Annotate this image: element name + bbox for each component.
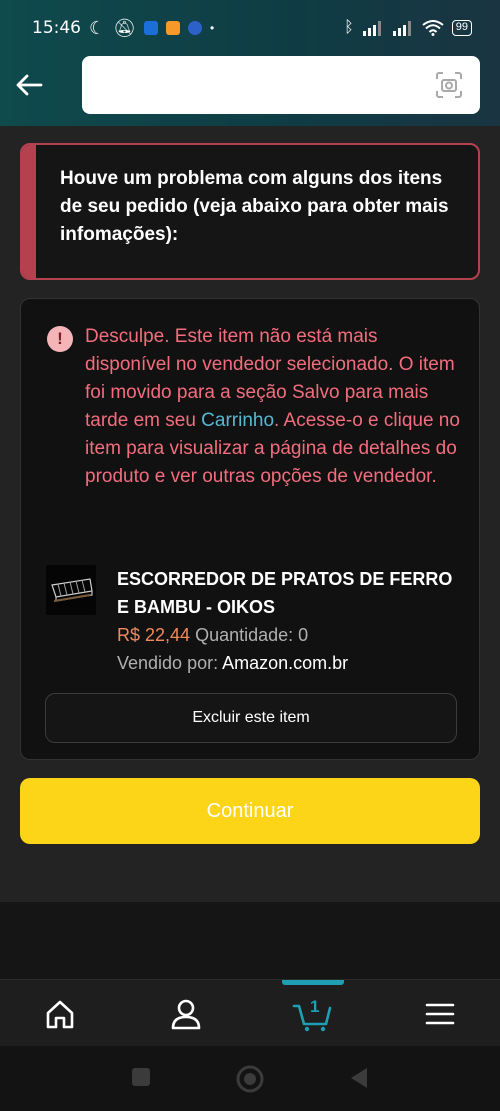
item-error-message: Desculpe. Este item não está mais dispon… <box>85 323 465 491</box>
status-time: 15:46 <box>32 18 81 38</box>
home-system-button[interactable] <box>235 1064 265 1099</box>
back-triangle-icon <box>351 1068 367 1088</box>
home-icon <box>46 1000 74 1029</box>
nav-home[interactable] <box>40 994 80 1034</box>
cart-link[interactable]: Carrinho <box>201 410 274 431</box>
back-arrow-icon <box>16 74 43 96</box>
price-row: R$ 22,44 Quantidade: 0 <box>117 621 308 649</box>
app-notification-icon <box>144 21 158 35</box>
camera-search-button[interactable] <box>434 70 464 100</box>
alert-stripe <box>22 145 36 278</box>
mute-bell-icon: 🔕︎ <box>113 17 136 38</box>
bluetooth-icon: ᛒ <box>344 19 354 36</box>
unavailable-item-card: ! Desculpe. Este item não está mais disp… <box>20 298 480 760</box>
recents-button[interactable] <box>130 1066 152 1093</box>
active-tab-indicator <box>282 980 344 985</box>
back-button[interactable] <box>14 70 50 100</box>
nav-account[interactable] <box>166 994 206 1034</box>
sold-by-value: Amazon.com.br <box>222 653 349 673</box>
cart-count-badge: 1 <box>310 997 320 1016</box>
dish-rack-image <box>46 565 96 615</box>
home-circle-icon <box>236 1065 264 1093</box>
status-bar: 15:46 ☾ 🔕︎ • ᛒ 99 <box>0 0 500 56</box>
wifi-icon <box>422 20 444 36</box>
empty-area <box>0 902 500 979</box>
back-system-button[interactable] <box>348 1066 370 1095</box>
signal-icon <box>362 21 381 36</box>
main-content: Houve um problema com alguns dos itens d… <box>0 126 500 902</box>
product-quantity: Quantidade: 0 <box>195 625 309 645</box>
app-notification-icon <box>166 21 180 35</box>
nav-menu[interactable] <box>420 994 460 1034</box>
delete-item-button[interactable]: Excluir este item <box>45 693 457 743</box>
menu-icon <box>425 1003 455 1025</box>
product-price: R$ 22,44 <box>117 625 191 645</box>
battery-indicator: 99 <box>451 20 472 36</box>
signal-icon <box>392 21 411 36</box>
continue-button[interactable]: Continuar <box>20 778 480 844</box>
seller-row: Vendido por: Amazon.com.br <box>117 649 348 677</box>
more-notifications-icon: • <box>210 21 215 35</box>
moon-icon: ☾ <box>89 17 106 38</box>
search-input[interactable] <box>82 56 480 114</box>
account-icon <box>171 999 201 1030</box>
order-problem-alert: Houve um problema com alguns dos itens d… <box>20 143 480 280</box>
camera-scan-icon <box>436 72 462 98</box>
app-notification-icon <box>188 21 202 35</box>
warning-icon: ! <box>47 326 73 352</box>
product-title[interactable]: ESCORREDOR DE PRATOS DE FERRO E BAMBU - … <box>117 565 457 621</box>
product-thumbnail[interactable] <box>46 565 96 615</box>
alert-message: Houve um problema com alguns dos itens d… <box>60 168 449 245</box>
bottom-nav: 1 <box>0 979 500 1046</box>
sold-by-label: Vendido por: <box>117 653 219 673</box>
system-nav-bar <box>0 1046 500 1111</box>
app-header <box>0 56 500 126</box>
recents-icon <box>132 1068 150 1086</box>
